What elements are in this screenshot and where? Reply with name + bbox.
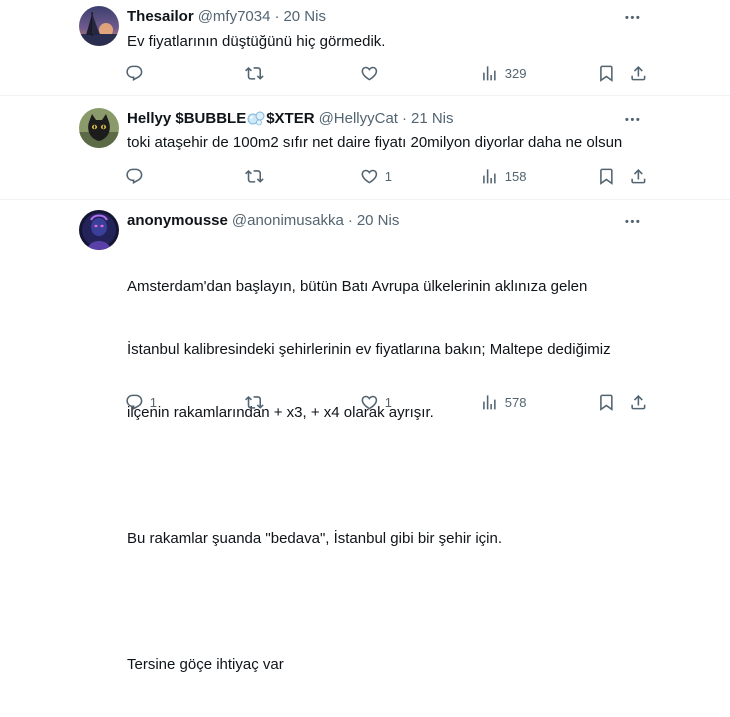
tweet-text: Amsterdam'dan başlayın, bütün Batı Avrup… — [127, 234, 611, 717]
more-options-button[interactable] — [622, 211, 642, 231]
reply-icon — [125, 64, 144, 83]
tweet-header: Thesailor @mfy7034 · 20 Nis — [127, 7, 326, 27]
user-handle[interactable]: @HellyyCat — [319, 110, 398, 127]
tweet-text-line: Bu rakamlar şuanda "bedava", İstanbul gi… — [127, 530, 503, 547]
tweet-text: Ev fiyatlarının düştüğünü hiç görmedik. — [127, 33, 386, 50]
share-button[interactable] — [629, 392, 648, 412]
tweet[interactable]: Thesailor @mfy7034 · 20 Nis Ev fiyatlarının… — [0, 0, 730, 96]
display-name[interactable]: anonymousse — [127, 212, 228, 229]
like-button[interactable] — [360, 63, 385, 83]
views-button[interactable]: 578 — [480, 392, 526, 412]
reply-icon — [125, 167, 144, 186]
action-bar: 329 — [125, 63, 645, 83]
bookmark-button[interactable] — [597, 166, 616, 186]
share-button[interactable] — [629, 63, 648, 83]
heart-icon — [360, 167, 379, 186]
retweet-icon — [245, 167, 264, 186]
share-upload-icon — [629, 167, 648, 186]
retweet-icon — [245, 393, 264, 412]
views-button[interactable]: 329 — [480, 63, 526, 83]
reply-button[interactable] — [125, 166, 150, 186]
like-count: 1 — [384, 168, 392, 184]
avatar[interactable] — [79, 6, 119, 46]
share-upload-icon — [629, 393, 648, 412]
separator-dot: · — [401, 110, 407, 127]
action-bar: 1 1 578 — [125, 392, 645, 412]
reply-button[interactable] — [125, 63, 150, 83]
reply-button[interactable]: 1 — [125, 392, 157, 412]
avatar[interactable] — [79, 108, 119, 148]
like-button[interactable]: 1 — [360, 166, 392, 186]
view-count: 578 — [504, 394, 527, 410]
timestamp[interactable]: 20 Nis — [357, 212, 400, 229]
tweet-header: Hellyy $BUBBLE $XTER @HellyyCat · 21 Nis — [127, 109, 454, 129]
view-count: 158 — [504, 168, 527, 184]
more-horizontal-icon — [623, 8, 642, 27]
views-bar-chart-icon — [480, 393, 499, 412]
views-button[interactable]: 158 — [480, 166, 526, 186]
heart-icon — [360, 393, 379, 412]
reply-count: 1 — [149, 394, 157, 410]
bubble-emoji-icon — [247, 110, 265, 132]
like-count: 1 — [384, 394, 392, 410]
tweet-header: anonymousse @anonimusakka · 20 Nis — [127, 211, 399, 231]
retweet-button[interactable] — [245, 392, 270, 412]
action-bar: 1 158 — [125, 166, 645, 186]
reply-icon — [125, 393, 144, 412]
display-name[interactable]: Hellyy $BUBBLE $XTER — [127, 110, 315, 127]
avatar[interactable] — [79, 210, 119, 250]
separator-dot: · — [347, 212, 353, 229]
display-name[interactable]: Thesailor — [127, 8, 194, 25]
avatar-cat-image — [79, 108, 119, 148]
display-name-prefix: Hellyy $BUBBLE — [127, 110, 247, 127]
avatar-neon-portrait-image — [79, 210, 119, 250]
user-handle[interactable]: @mfy7034 — [198, 8, 271, 25]
tweet-text-line: İstanbul kalibresindeki şehirlerinin ev … — [127, 341, 611, 358]
timestamp[interactable]: 20 Nis — [283, 8, 326, 25]
tweet-text-line: Tersine göçe ihtiyaç var — [127, 656, 284, 673]
like-button[interactable]: 1 — [360, 392, 392, 412]
share-upload-icon — [629, 64, 648, 83]
display-name-suffix: $XTER — [266, 110, 315, 127]
retweet-button[interactable] — [245, 166, 270, 186]
more-options-button[interactable] — [622, 109, 642, 129]
bookmark-button[interactable] — [597, 392, 616, 412]
retweet-button[interactable] — [245, 63, 270, 83]
tweet-text-line — [127, 591, 611, 612]
retweet-icon — [245, 64, 264, 83]
view-count: 329 — [504, 65, 527, 81]
tweet-text: toki ataşehir de 100m2 sıfır net daire f… — [127, 134, 623, 151]
views-bar-chart-icon — [480, 167, 499, 186]
tweet[interactable]: anonymousse @anonimusakka · 20 Nis Amsterda… — [0, 200, 730, 673]
share-button[interactable] — [629, 166, 648, 186]
tweet-text-line — [127, 465, 611, 486]
bookmark-icon — [597, 167, 616, 186]
more-horizontal-icon — [623, 212, 642, 231]
timestamp[interactable]: 21 Nis — [411, 110, 454, 127]
bookmark-icon — [597, 393, 616, 412]
avatar-sunset-image — [79, 6, 119, 46]
views-bar-chart-icon — [480, 64, 499, 83]
user-handle[interactable]: @anonimusakka — [232, 212, 344, 229]
bookmark-button[interactable] — [597, 63, 616, 83]
tweet-text-line: Amsterdam'dan başlayın, bütün Batı Avrup… — [127, 278, 588, 295]
more-horizontal-icon — [623, 110, 642, 129]
tweet[interactable]: Hellyy $BUBBLE $XTER @HellyyCat · 21 Nis tok… — [0, 96, 730, 200]
heart-icon — [360, 64, 379, 83]
bookmark-icon — [597, 64, 616, 83]
separator-dot: · — [274, 8, 280, 25]
more-options-button[interactable] — [622, 7, 642, 27]
